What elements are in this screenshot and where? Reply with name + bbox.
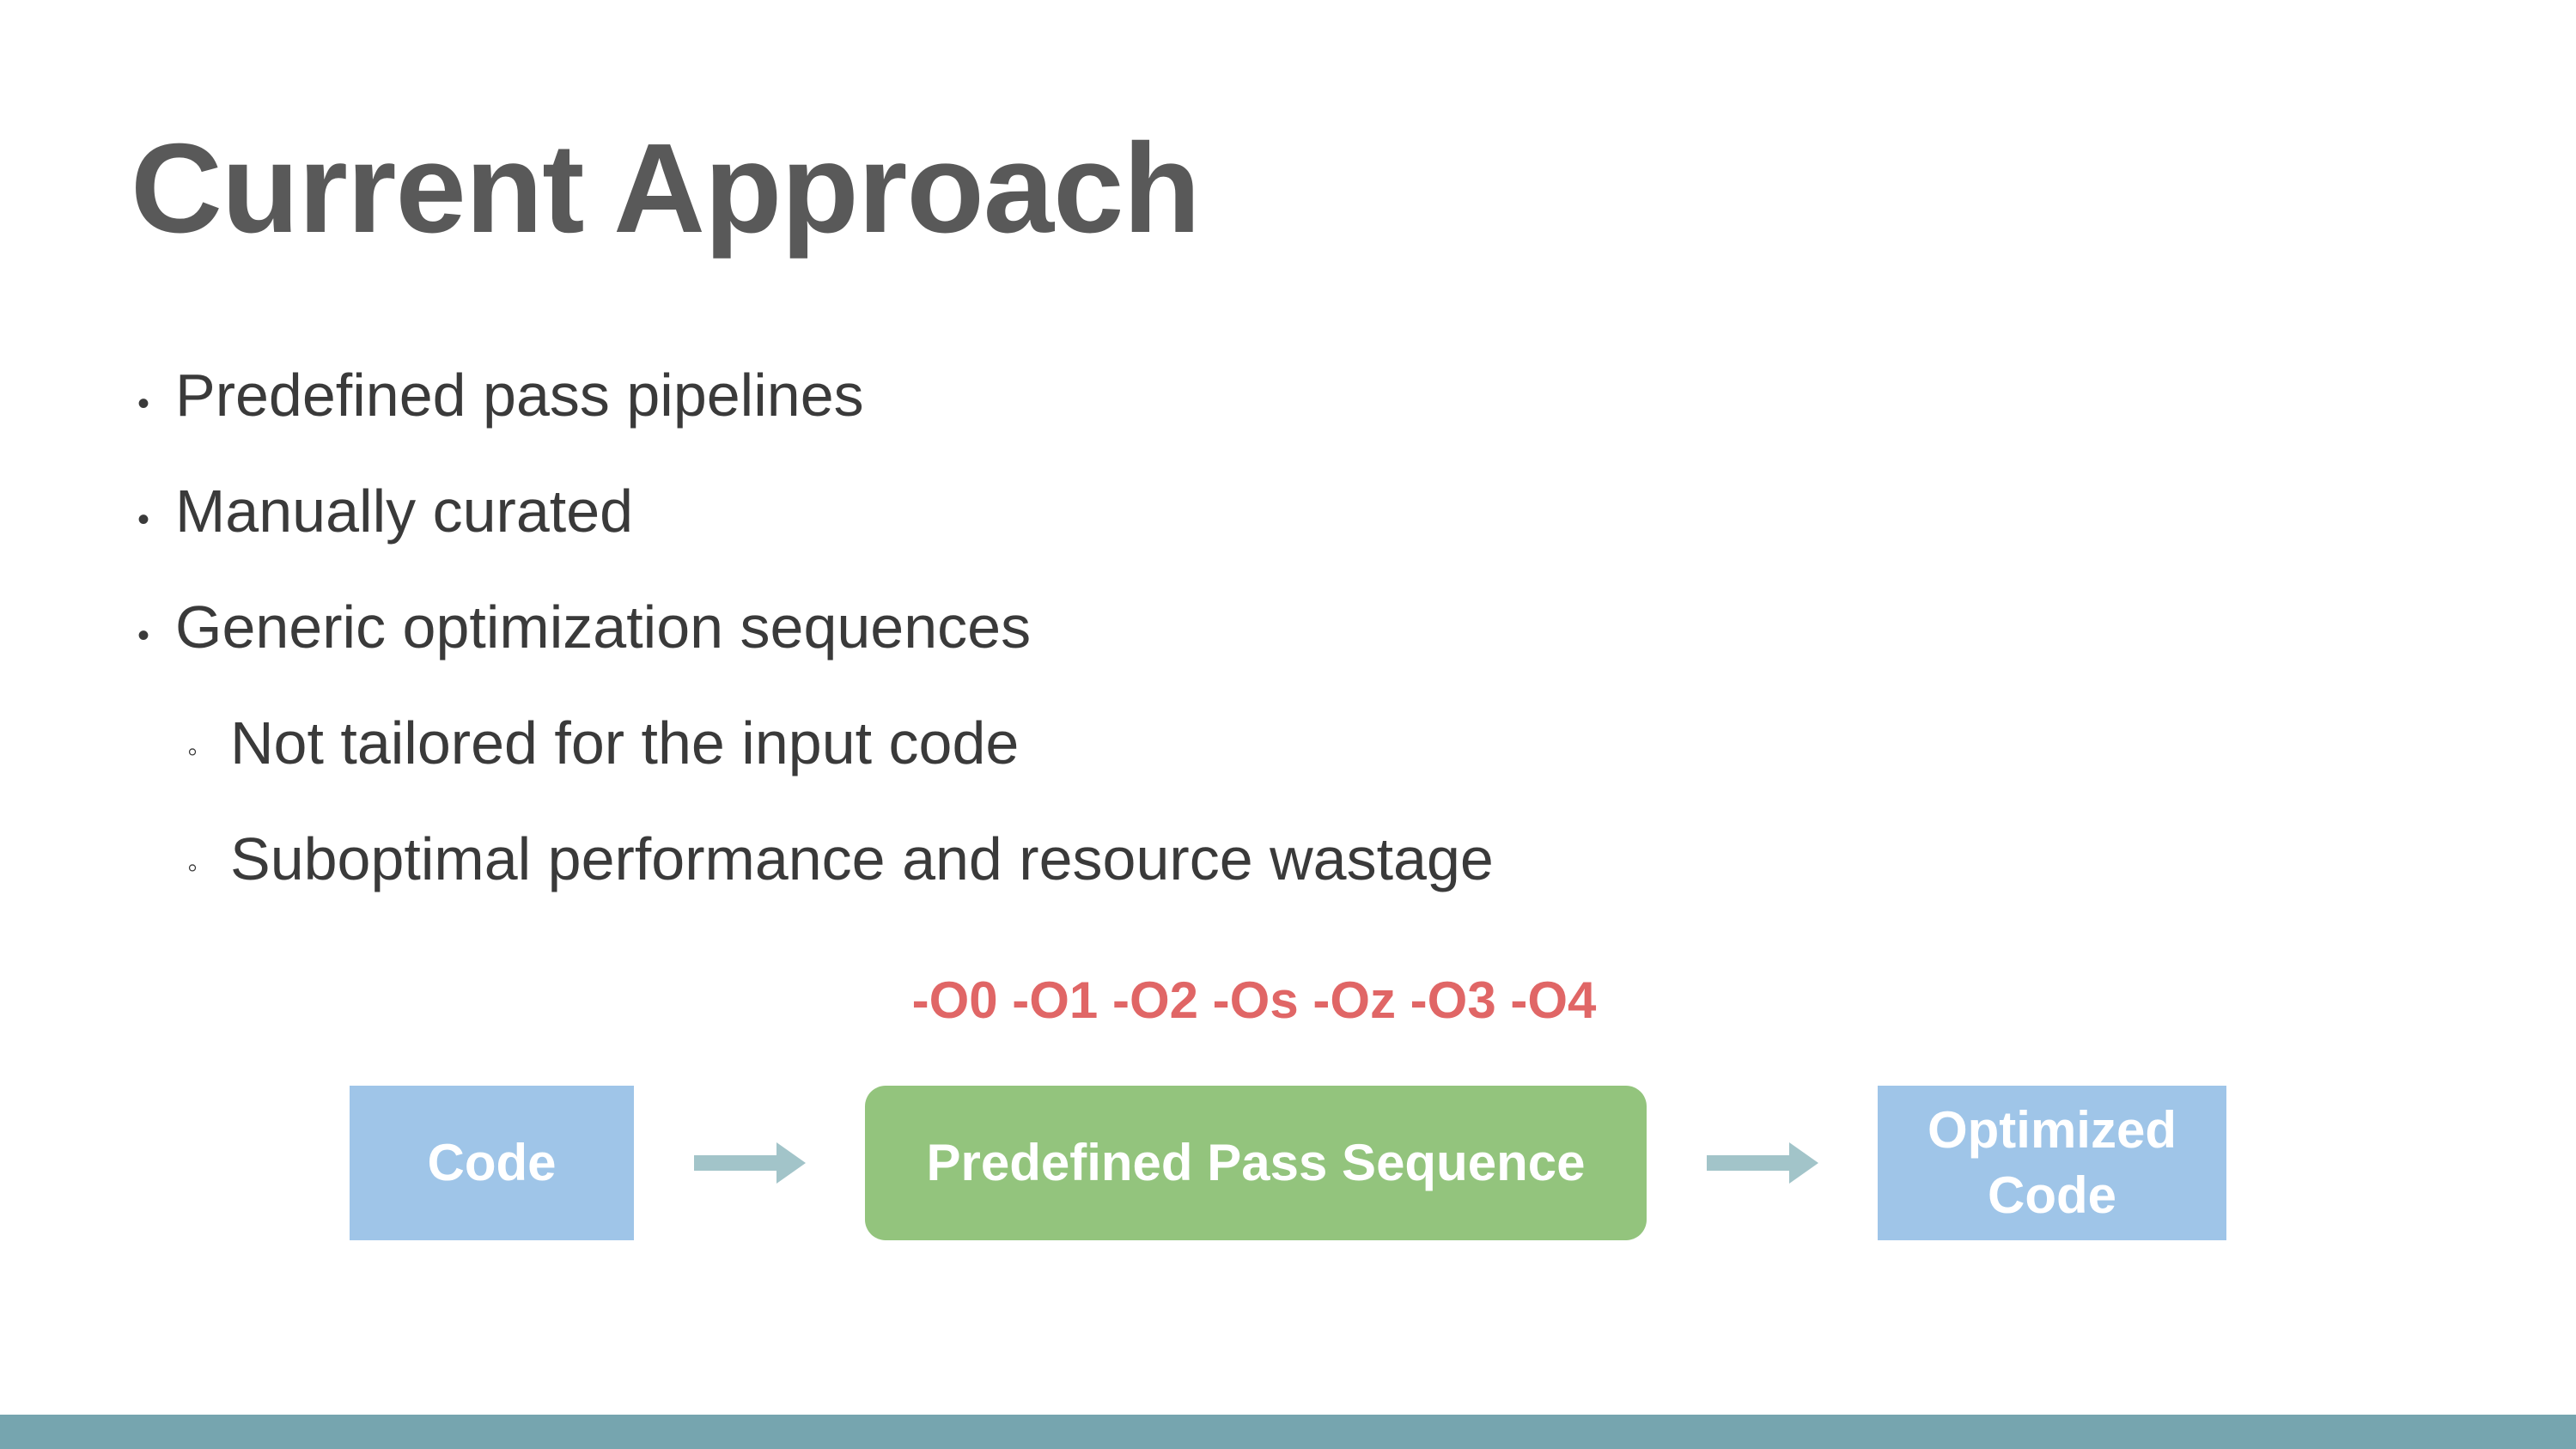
bullet-marker: • xyxy=(137,500,150,539)
optimized-code-label: Optimized Code xyxy=(1927,1098,2177,1228)
bullet-marker: • xyxy=(137,384,150,423)
pass-sequence-node: Predefined Pass Sequence xyxy=(865,1086,1647,1240)
optimized-code-line: Optimized xyxy=(1927,1101,2177,1159)
bullet-item: • Predefined pass pipelines xyxy=(137,356,864,439)
sub-bullet-marker: ◦ xyxy=(187,850,198,884)
sub-bullet-text: Not tailored for the input code xyxy=(230,709,1020,776)
arrow-right-icon xyxy=(694,1142,806,1184)
bullet-text: Predefined pass pipelines xyxy=(175,362,864,429)
bullet-text: Manually curated xyxy=(175,478,634,545)
sub-bullet-item: ◦ Not tailored for the input code xyxy=(187,704,1019,787)
bullet-item: • Manually curated xyxy=(137,472,633,555)
bullet-item: • Generic optimization sequences xyxy=(137,588,1031,671)
optimization-flags-label: -O0 -O1 -O2 -Os -Oz -O3 -O4 xyxy=(911,971,1597,1029)
pass-sequence-label: Predefined Pass Sequence xyxy=(926,1134,1586,1191)
arrow-right-icon xyxy=(1707,1142,1818,1184)
bullet-marker: • xyxy=(137,616,150,654)
slide-title: Current Approach xyxy=(131,118,1201,259)
sub-bullet-text: Suboptimal performance and resource wast… xyxy=(230,825,1494,892)
optimized-code-node: Optimized Code xyxy=(1878,1086,2226,1240)
sub-bullet-item: ◦ Suboptimal performance and resource was… xyxy=(187,820,1494,903)
footer-bar xyxy=(0,1415,2576,1449)
code-node: Code xyxy=(350,1086,634,1240)
optimized-code-line: Code xyxy=(1987,1166,2116,1224)
sub-bullet-marker: ◦ xyxy=(187,734,198,768)
bullet-text: Generic optimization sequences xyxy=(175,594,1032,661)
code-node-label: Code xyxy=(427,1134,557,1191)
